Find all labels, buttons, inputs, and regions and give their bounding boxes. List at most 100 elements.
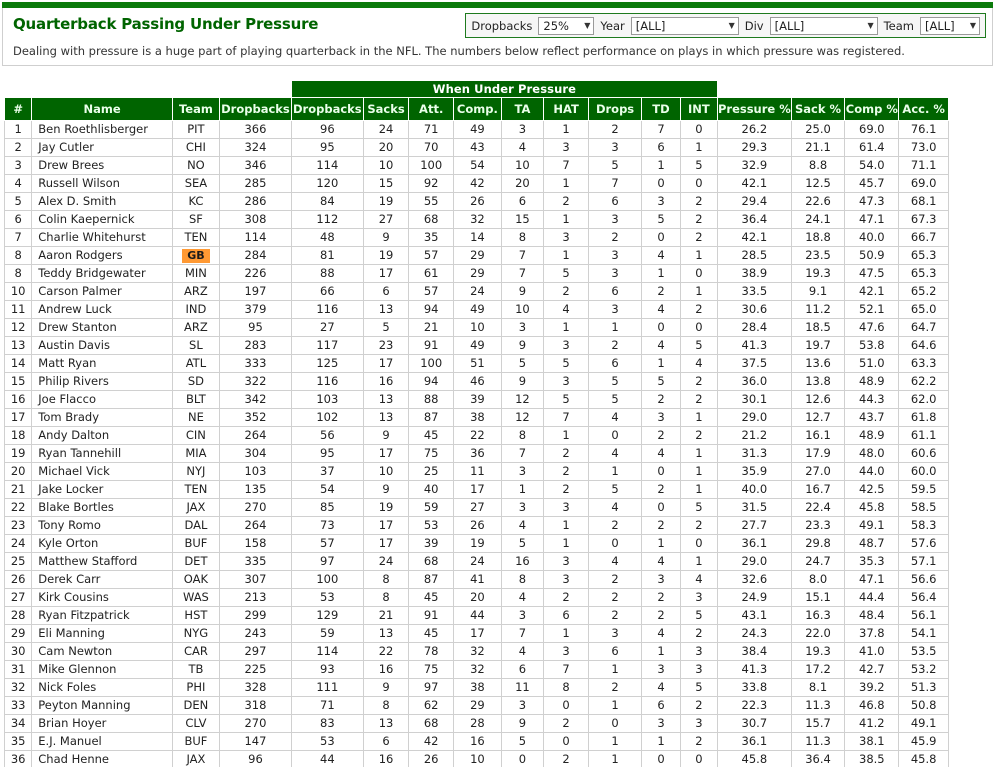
column-header-acc-pct[interactable]: Acc. % <box>898 97 949 121</box>
cell-acc-pct: 65.0 <box>898 300 949 319</box>
div-select[interactable]: [ALL] ▼ <box>769 16 878 35</box>
cell-name[interactable]: Carson Palmer <box>31 282 173 301</box>
cell-pressure-dropbacks: 93 <box>290 660 364 679</box>
cell-sack-pct: 22.4 <box>790 498 846 517</box>
cell-name[interactable]: Derek Carr <box>31 570 173 589</box>
column-header-name[interactable]: Name <box>31 97 173 121</box>
cell-dropbacks-total: 158 <box>219 534 292 553</box>
column-header-drops[interactable]: Drops <box>587 97 643 121</box>
table-row: 22 Blake Bortles JAX 270 85 19 59 27 3 3 4 0 5 31.5 22… <box>3 498 949 517</box>
cell-name[interactable]: Eli Manning <box>31 624 173 643</box>
cell-att: 88 <box>408 390 455 409</box>
column-header-sack-pct[interactable]: Sack % <box>790 97 846 121</box>
cell-dropbacks-total: 95 <box>219 318 292 337</box>
cell-acc-pct: 76.1 <box>898 120 949 139</box>
cell-comp: 24 <box>453 282 502 301</box>
cell-name[interactable]: Ryan Tannehill <box>31 444 173 463</box>
cell-name[interactable]: Drew Brees <box>31 156 173 175</box>
cell-sack-pct: 13.8 <box>790 372 846 391</box>
cell-name[interactable]: Blake Bortles <box>31 498 173 517</box>
cell-name[interactable]: Ryan Fitzpatrick <box>31 606 173 625</box>
cell-name[interactable]: Austin Davis <box>31 336 173 355</box>
cell-pressure-pct: 38.4 <box>716 642 792 661</box>
cell-pressure-dropbacks: 85 <box>290 498 364 517</box>
cell-acc-pct: 65.3 <box>898 246 949 265</box>
column-header-sacks[interactable]: Sacks <box>362 97 410 121</box>
table-row: 7 Charlie Whitehurst TEN 114 48 9 35 14 8 3 2 0 2 42.… <box>3 228 949 247</box>
cell-pressure-pct: 30.6 <box>716 300 792 319</box>
cell-pressure-pct: 29.0 <box>716 408 792 427</box>
cell-int: 1 <box>679 444 718 463</box>
column-header-dropbacks-total[interactable]: Dropbacks <box>219 97 292 121</box>
cell-pressure-dropbacks: 66 <box>290 282 364 301</box>
cell-sack-pct: 21.1 <box>790 138 846 157</box>
cell-ta: 10 <box>500 156 545 175</box>
cell-comp-pct: 61.4 <box>844 138 900 157</box>
cell-name[interactable]: Michael Vick <box>31 462 173 481</box>
cell-name[interactable]: Teddy Bridgewater <box>31 264 173 283</box>
cell-name[interactable]: Mike Glennon <box>31 660 173 679</box>
cell-dropbacks-total: 225 <box>219 660 292 679</box>
table-row: 32 Nick Foles PHI 328 111 9 97 38 11 8 2 4 5 33.8 8.1 3… <box>3 678 949 697</box>
cell-name[interactable]: Kirk Cousins <box>31 588 173 607</box>
cell-name[interactable]: Jay Cutler <box>31 138 173 157</box>
cell-name[interactable]: Kyle Orton <box>31 534 173 553</box>
cell-name[interactable]: Tom Brady <box>31 408 173 427</box>
cell-name[interactable]: E.J. Manuel <box>31 732 173 751</box>
column-header-pressure-dropbacks[interactable]: Dropbacks <box>290 97 364 121</box>
cell-team: BUF <box>171 732 221 751</box>
cell-name[interactable]: Colin Kaepernick <box>31 210 173 229</box>
column-header-team[interactable]: Team <box>171 97 221 121</box>
cell-hat: 3 <box>543 228 589 247</box>
cell-sack-pct: 19.3 <box>790 642 846 661</box>
column-header-rank[interactable]: # <box>3 97 33 121</box>
cell-name[interactable]: Matthew Stafford <box>31 552 173 571</box>
cell-name[interactable]: Peyton Manning <box>31 696 173 715</box>
column-header-comp[interactable]: Comp. <box>453 97 502 121</box>
cell-name[interactable]: Joe Flacco <box>31 390 173 409</box>
cell-name[interactable]: Philip Rivers <box>31 372 173 391</box>
cell-drops: 4 <box>587 444 643 463</box>
column-header-int[interactable]: INT <box>679 97 718 121</box>
column-header-hat[interactable]: HAT <box>543 97 589 121</box>
cell-hat: 1 <box>543 426 589 445</box>
column-header-ta[interactable]: TA <box>500 97 545 121</box>
cell-name[interactable]: Andrew Luck <box>31 300 173 319</box>
cell-dropbacks-total: 328 <box>219 678 292 697</box>
cell-name[interactable]: Nick Foles <box>31 678 173 697</box>
column-header-comp-pct[interactable]: Comp % <box>844 97 900 121</box>
cell-name[interactable]: Jake Locker <box>31 480 173 499</box>
cell-name[interactable]: Charlie Whitehurst <box>31 228 173 247</box>
cell-name[interactable]: Andy Dalton <box>31 426 173 445</box>
cell-hat: 0 <box>543 732 589 751</box>
cell-hat: 8 <box>543 678 589 697</box>
cell-ta: 4 <box>500 516 545 535</box>
cell-team: SL <box>171 336 221 355</box>
cell-hat: 2 <box>543 444 589 463</box>
cell-att: 100 <box>408 156 455 175</box>
cell-name[interactable]: Drew Stanton <box>31 318 173 337</box>
cell-name[interactable]: Ben Roethlisberger <box>31 120 173 139</box>
cell-name[interactable]: Alex D. Smith <box>31 192 173 211</box>
cell-name[interactable]: Brian Hoyer <box>31 714 173 733</box>
cell-comp: 43 <box>453 138 502 157</box>
cell-att: 45 <box>408 588 455 607</box>
column-header-pressure-pct[interactable]: Pressure % <box>716 97 792 121</box>
cell-name[interactable]: Chad Henne <box>31 750 173 767</box>
column-header-td[interactable]: TD <box>641 97 681 121</box>
cell-td: 5 <box>641 210 681 229</box>
dropbacks-select[interactable]: 25% ▼ <box>538 16 595 35</box>
cell-name[interactable]: Tony Romo <box>31 516 173 535</box>
cell-acc-pct: 65.2 <box>898 282 949 301</box>
cell-td: 0 <box>641 462 681 481</box>
cell-name[interactable]: Cam Newton <box>31 642 173 661</box>
chevron-down-icon: ▼ <box>584 20 591 30</box>
cell-rank: 24 <box>3 534 33 553</box>
cell-name[interactable]: Russell Wilson <box>31 174 173 193</box>
table-row: 19 Ryan Tannehill MIA 304 95 17 75 36 7 2 4 4 1 31.3 1… <box>3 444 949 463</box>
cell-name[interactable]: Matt Ryan <box>31 354 173 373</box>
column-header-att[interactable]: Att. <box>408 97 455 121</box>
cell-name[interactable]: Aaron Rodgers <box>31 246 173 265</box>
team-select[interactable]: [ALL] ▼ <box>920 16 980 35</box>
year-select[interactable]: [ALL] ▼ <box>630 16 739 35</box>
